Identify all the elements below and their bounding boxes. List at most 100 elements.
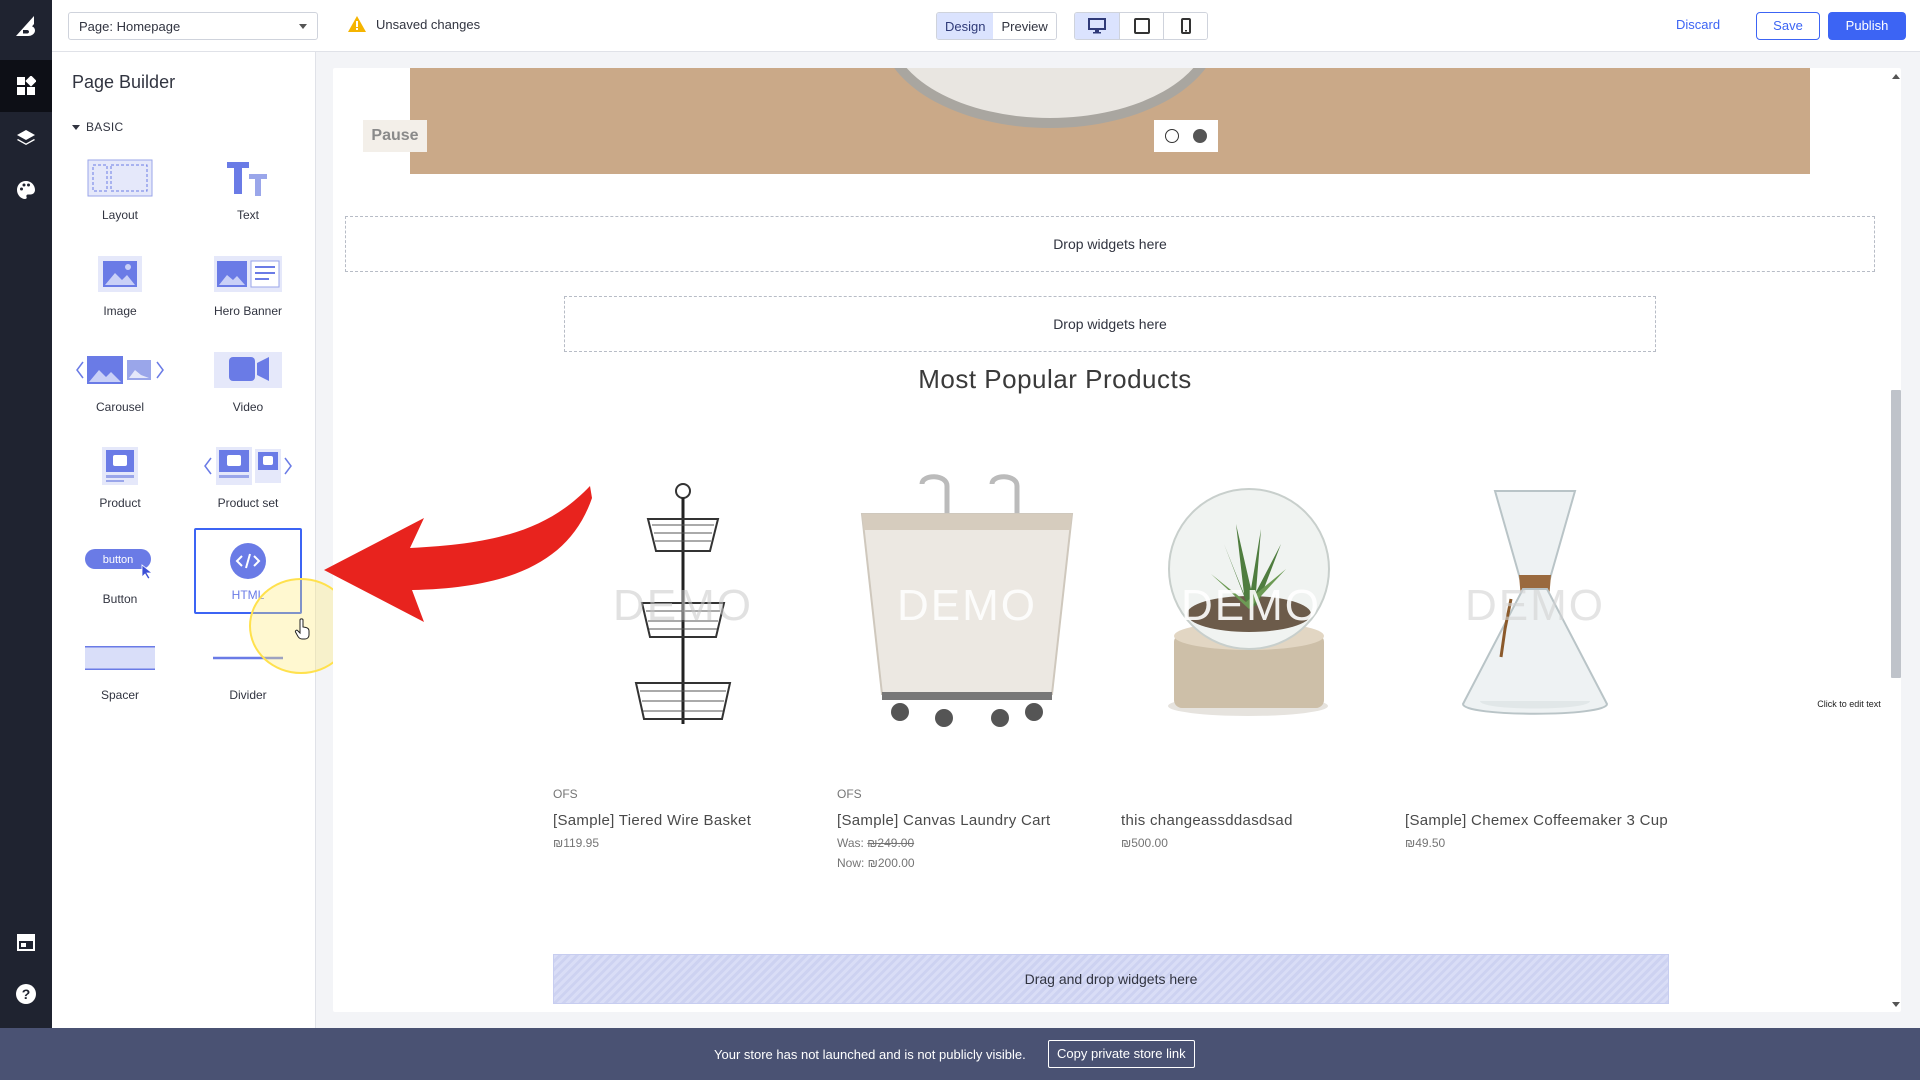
widget-label: Layout [101,208,139,222]
product-image[interactable]: DEMO [1405,473,1665,735]
widget-hero-banner[interactable]: Hero Banner [194,248,302,332]
page-select[interactable]: Page: Homepage [68,12,318,40]
html-icon [196,530,300,586]
publish-button[interactable]: Publish [1828,12,1906,40]
chevron-down-icon [299,24,307,29]
caret-down-icon [72,124,80,130]
spacer-icon [66,632,174,684]
widget-label: Carousel [95,400,145,414]
carousel-dot-2[interactable] [1193,129,1207,143]
widget-label: Hero Banner [213,304,283,318]
save-button[interactable]: Save [1756,12,1820,40]
widget-product[interactable]: Product [66,440,174,524]
carousel-slide[interactable] [410,68,1810,174]
scroll-thumb[interactable] [1891,390,1901,678]
launch-message: Your store has not launched and is not p… [714,1047,1026,1062]
basic-section-toggle[interactable]: BASIC [72,120,124,134]
unsaved-text: Unsaved changes [376,16,481,32]
was-price: ₪249.00 [867,836,915,850]
drop-zone-container[interactable]: Drop widgets here [564,296,1656,352]
product-name[interactable]: [Sample] Chemex Coffeemaker 3 Cup [1405,809,1675,832]
bigcommerce-logo[interactable] [14,16,38,38]
drag-drop-zone[interactable]: Drag and drop widgets here [553,954,1669,1004]
hero-banner-icon [194,248,302,300]
page-builder-panel: Page Builder BASIC Layout Text Image Her… [52,52,353,1028]
copy-store-link-button[interactable]: Copy private store link [1048,1040,1195,1068]
product-card[interactable]: DEMO OFS [Sample] Canvas Laundry Cart Wa… [837,473,1107,870]
mode-toggle: Design Preview [936,12,1057,40]
canvas-scrollbar[interactable] [1888,68,1904,1012]
layers-icon[interactable] [0,112,52,164]
device-toggle [1074,12,1208,40]
page-canvas: Pause Drop widgets here Drop widgets her… [333,68,1901,1012]
svg-text:?: ? [22,986,31,1002]
product-image[interactable]: DEMO [1121,473,1381,735]
widget-label: Spacer [100,688,140,702]
page-select-value: Page: Homepage [79,19,181,34]
product-name[interactable]: this changeassddasdsad [1121,809,1391,832]
product-brand [1121,787,1391,801]
image-icon [66,248,174,300]
product-icon [66,440,174,492]
product-card[interactable]: DEMO [Sample] Chemex Coffeemaker 3 Cup ₪… [1405,473,1675,850]
video-icon [194,344,302,396]
demo-watermark: DEMO [897,581,1037,630]
warning-icon [348,16,366,32]
widget-label: Text [236,208,259,222]
product-name[interactable]: [Sample] Tiered Wire Basket [553,809,823,832]
help-icon[interactable]: ? [0,968,52,1020]
widget-image[interactable]: Image [66,248,174,332]
drop-zone-full[interactable]: Drop widgets here [345,216,1875,272]
top-bar: Page: Homepage Unsaved changes Design Pr… [52,0,1920,52]
palette-icon[interactable] [0,164,52,216]
carousel-dot-1[interactable] [1165,129,1179,143]
product-brand: OFS [837,787,862,801]
widgets-icon[interactable] [0,60,52,112]
demo-watermark: DEMO [1181,581,1321,630]
store-launch-banner: Your store has not launched and is not p… [0,1028,1920,1080]
widget-carousel[interactable]: Carousel [66,344,174,428]
button-icon-text: button [103,554,134,566]
section-title: Most Popular Products [918,364,1192,394]
scroll-up-icon[interactable] [1892,74,1900,79]
widget-label: Product set [217,496,279,510]
hero-image [880,68,1220,128]
product-card[interactable]: DEMO this changeassddasdsad ₪500.00 [1121,473,1391,850]
product-card[interactable]: DEMO OFS [Sample] Tiered Wire Basket ₪11… [553,473,823,850]
widget-label: Button [102,592,138,606]
product-price: ₪500.00 [1121,836,1168,850]
widget-label: Image [103,304,137,318]
product-image[interactable]: DEMO [837,473,1097,735]
panel-title: Page Builder [72,72,176,92]
storefront-icon[interactable] [0,916,52,968]
product-price-was: Was: ₪249.00 [837,836,1107,850]
product-name[interactable]: [Sample] Canvas Laundry Cart [837,809,1107,832]
widget-video[interactable]: Video [194,344,302,428]
product-set-icon [194,440,302,492]
product-image[interactable]: DEMO [553,473,813,735]
carousel-dots [1154,120,1218,152]
widget-spacer[interactable]: Spacer [66,632,174,716]
section-label: BASIC [86,120,124,134]
button-icon: button [66,536,174,588]
widget-label: Video [232,400,264,414]
tablet-icon[interactable] [1119,13,1163,39]
layout-icon [66,152,174,204]
widget-button[interactable]: button Button [66,536,174,620]
scroll-down-icon[interactable] [1892,1002,1900,1007]
discard-button[interactable]: Discard [1676,17,1720,32]
widget-text[interactable]: Text [194,152,302,236]
unsaved-indicator: Unsaved changes [348,16,480,32]
pause-button[interactable]: Pause [363,120,427,152]
design-mode-button[interactable]: Design [937,13,994,39]
product-brand: OFS [553,787,578,801]
widget-label: Divider [229,688,267,702]
preview-mode-button[interactable]: Preview [993,13,1056,39]
demo-watermark: DEMO [1465,581,1605,630]
widget-product-set[interactable]: Product set [194,440,302,524]
widget-layout[interactable]: Layout [66,152,174,236]
demo-watermark: DEMO [613,581,753,630]
mobile-icon[interactable] [1163,13,1207,39]
desktop-icon[interactable] [1075,13,1119,39]
widget-label: Product [99,496,141,510]
